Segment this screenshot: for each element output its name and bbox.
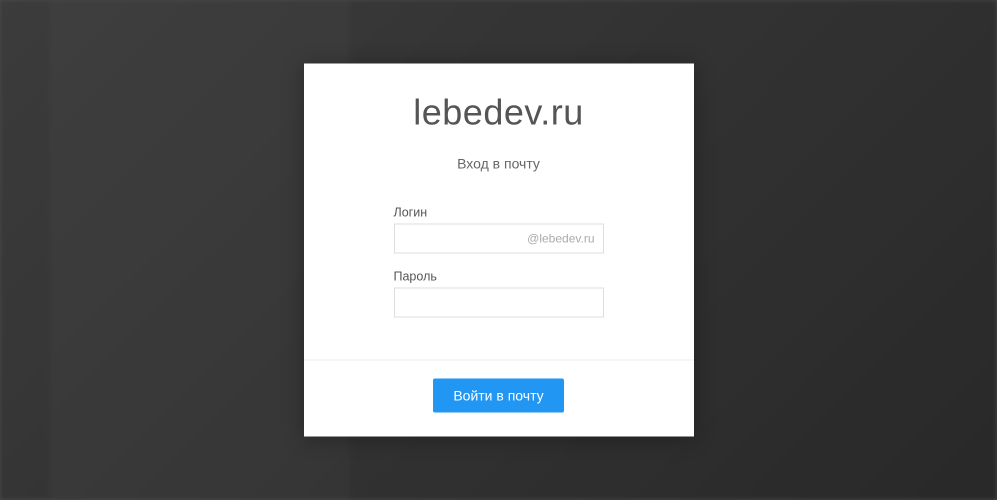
submit-button[interactable]: Войти в почту xyxy=(433,379,563,413)
modal-subtitle: Вход в почту xyxy=(304,156,694,172)
modal-footer: Войти в почту xyxy=(304,360,694,437)
login-modal: lebedev.ru Вход в почту Логин @lebedev.r… xyxy=(304,64,694,437)
password-field-group: Пароль xyxy=(394,270,604,318)
password-input[interactable] xyxy=(395,289,603,317)
modal-header: lebedev.ru Вход в почту xyxy=(304,64,694,192)
login-label: Логин xyxy=(394,206,604,220)
form-body: Логин @lebedev.ru Пароль xyxy=(304,192,694,360)
login-input[interactable] xyxy=(395,225,603,253)
login-input-wrap: @lebedev.ru xyxy=(394,224,604,254)
login-field-group: Логин @lebedev.ru xyxy=(394,206,604,254)
password-input-wrap xyxy=(394,288,604,318)
site-title: lebedev.ru xyxy=(304,92,694,134)
password-label: Пароль xyxy=(394,270,604,284)
